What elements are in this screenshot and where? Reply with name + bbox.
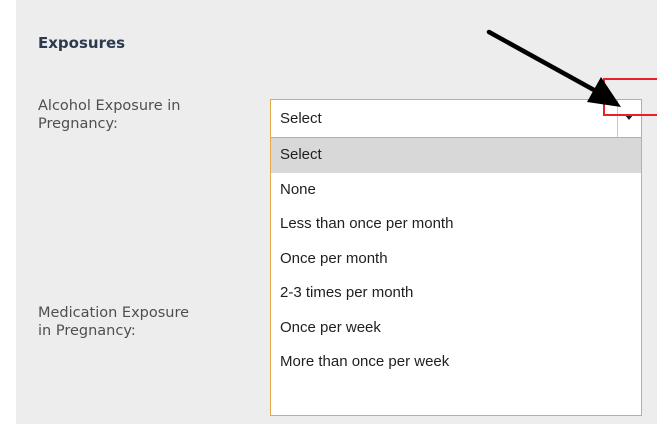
option-once-per-week[interactable]: Once per week — [271, 311, 641, 346]
option-more-than-once-per-week[interactable]: More than once per week — [271, 345, 641, 380]
option-none[interactable]: None — [271, 173, 641, 208]
option-2-3-times-per-month[interactable]: 2-3 times per month — [271, 276, 641, 311]
option-less-than-once-per-month[interactable]: Less than once per month — [271, 207, 641, 242]
alcohol-exposure-select[interactable]: Select — [270, 99, 642, 138]
option-once-per-month[interactable]: Once per month — [271, 242, 641, 277]
alcohol-exposure-selected-value: Select — [280, 110, 322, 127]
alcohol-exposure-options-list: Select None Less than once per month Onc… — [270, 138, 642, 416]
callout-highlight-box — [603, 78, 657, 116]
section-title: Exposures — [38, 34, 126, 52]
alcohol-exposure-label: Alcohol Exposure in Pregnancy: — [38, 98, 181, 132]
medication-exposure-label: Medication Exposure in Pregnancy: — [38, 305, 190, 339]
option-select[interactable]: Select — [271, 138, 641, 173]
